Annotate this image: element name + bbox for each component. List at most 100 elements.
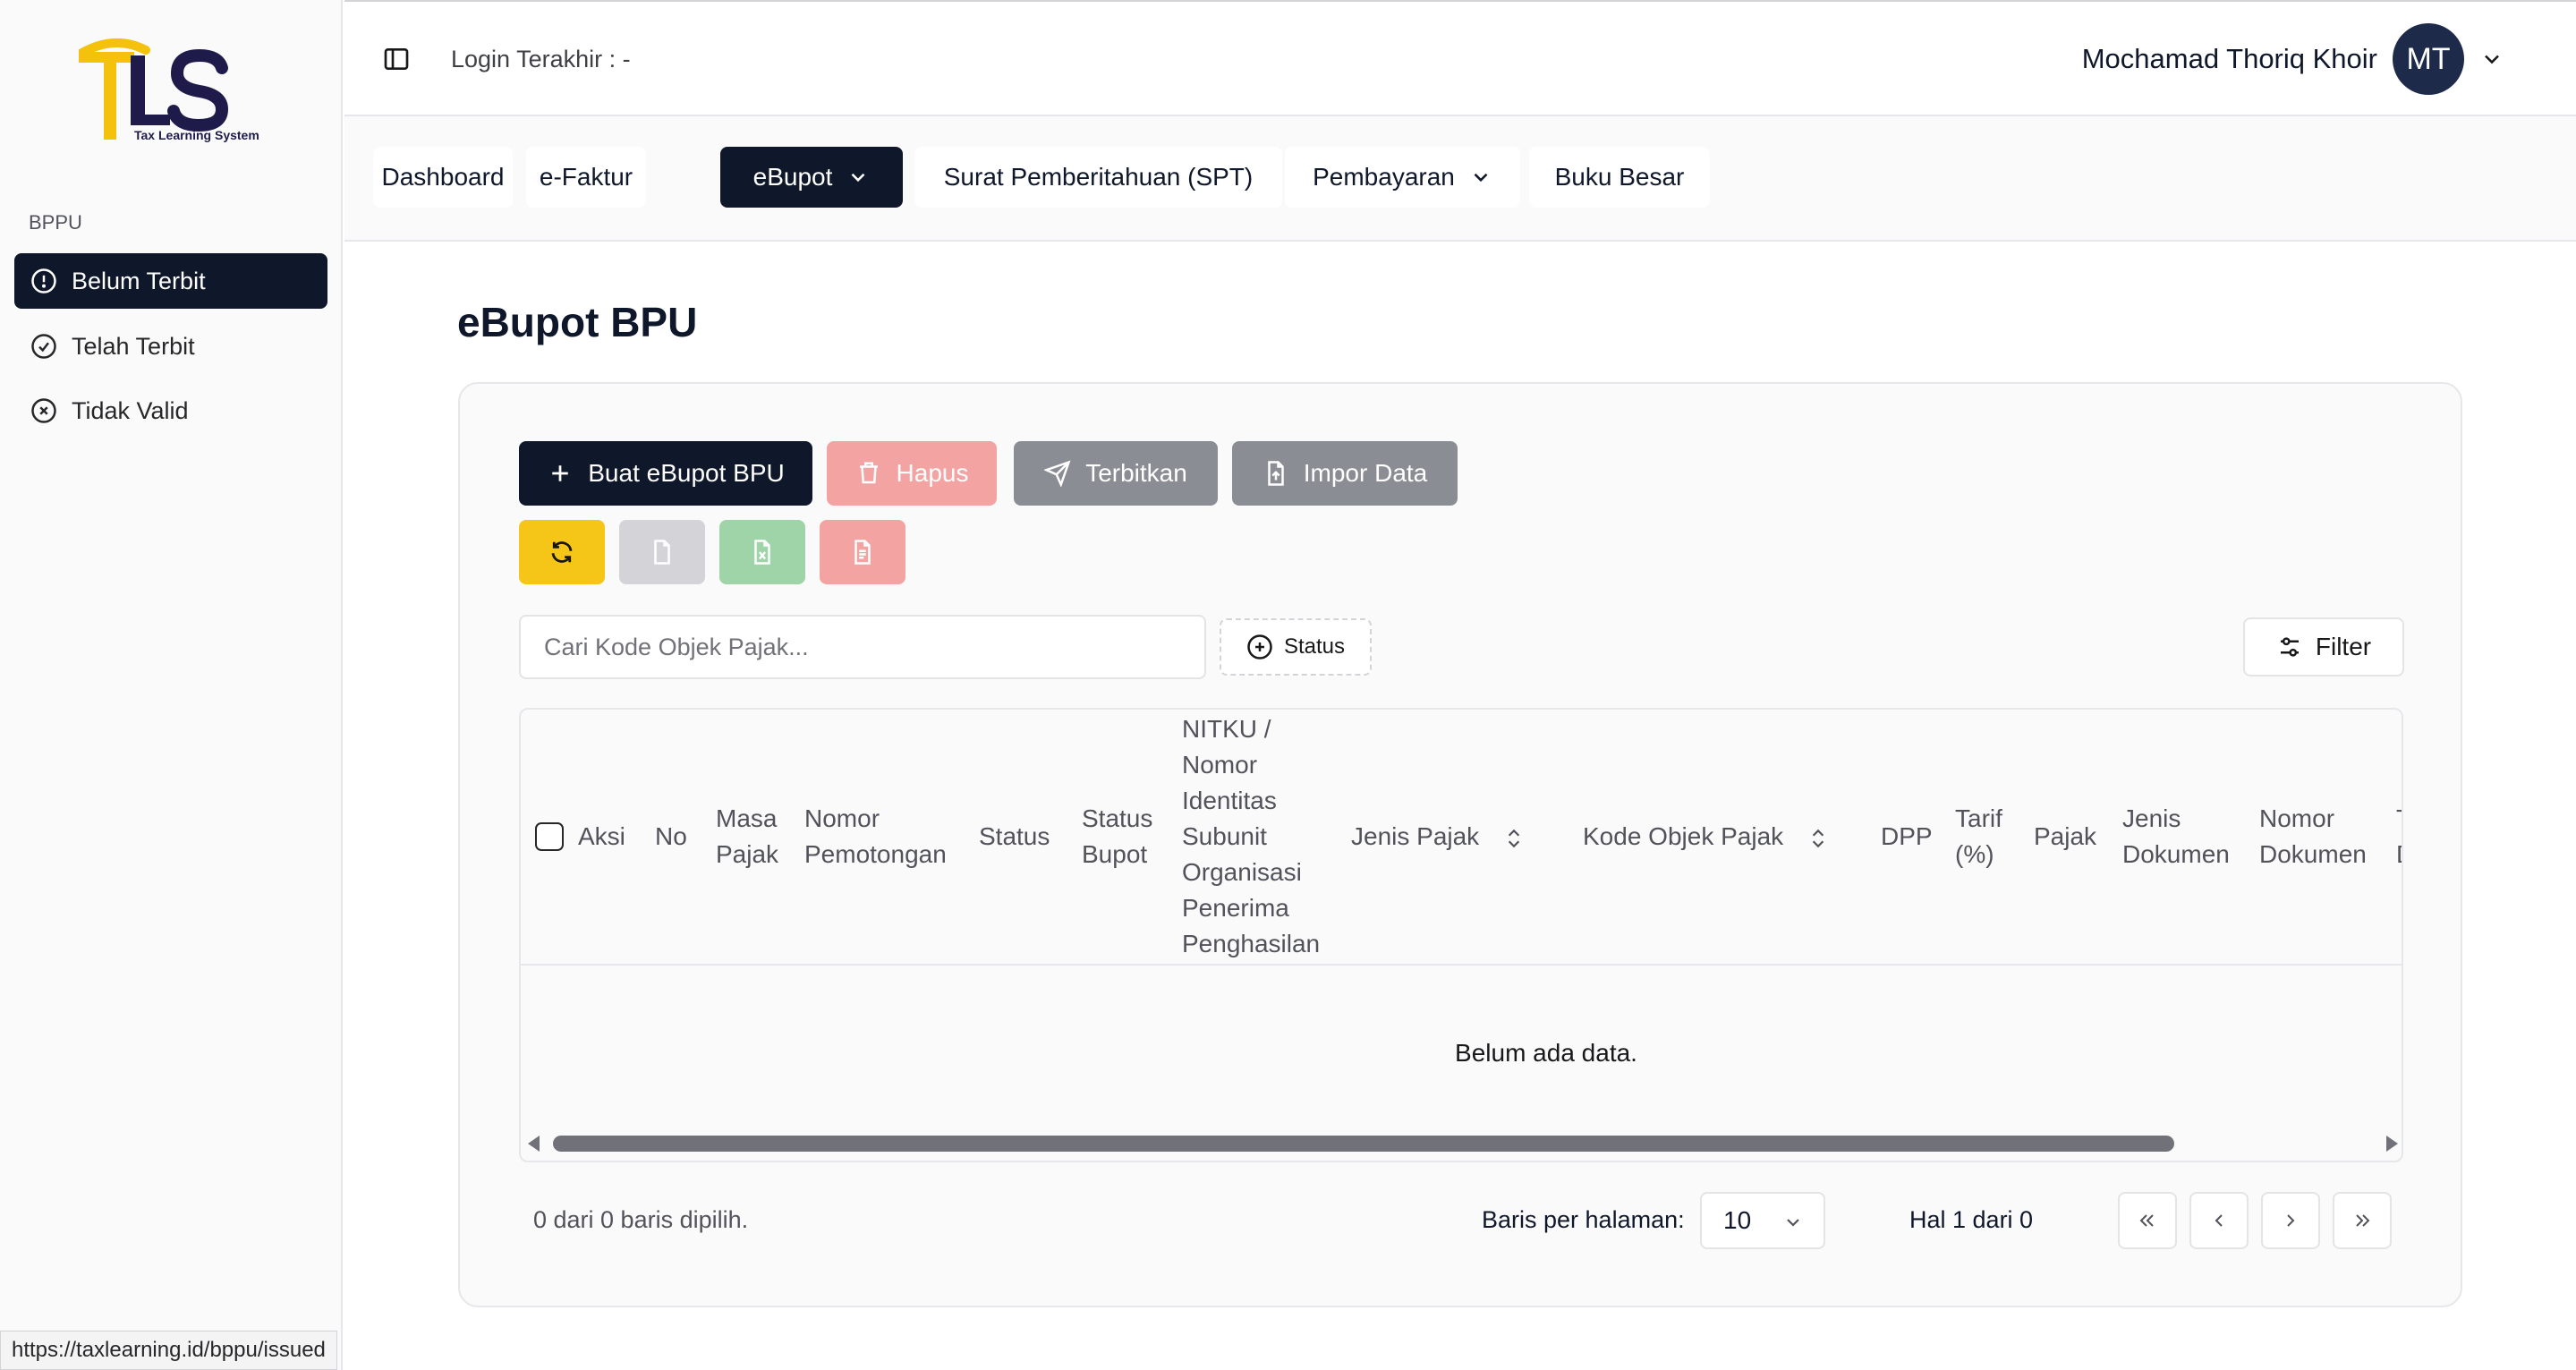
col-dpp: DPP [1881, 822, 1933, 850]
sidebar-item-telah-terbit[interactable]: Telah Terbit [14, 319, 327, 374]
button-label: Hapus [896, 459, 969, 487]
col-nomor-dokumen[interactable]: Nomor Dokumen [2259, 801, 2367, 872]
col-label-line: Penerima [1182, 894, 1289, 922]
col-label-line: Tarif [1955, 804, 2002, 832]
col-label-line: Pemotongan [804, 840, 947, 868]
rows-per-page-label: Baris per halaman: [1482, 1206, 1685, 1233]
avatar[interactable]: MT [2393, 23, 2464, 95]
publish-button[interactable]: Terbitkan [1014, 441, 1218, 506]
col-label: Jenis Pajak [1351, 822, 1480, 850]
trash-icon [859, 462, 878, 484]
x-circle-icon [31, 398, 56, 423]
col-jenis-dokumen[interactable]: Jenis Dokumen [2122, 801, 2230, 872]
table-header: Aksi No Masa Pajak Nomor Pemotongan Stat… [521, 710, 2402, 966]
col-label-line: Identitas [1182, 787, 1277, 814]
sidebar: Tax Learning System BPPU Belum Terbit Te… [0, 0, 343, 1370]
col-no: No [655, 822, 687, 850]
col-label-line: Pajak [716, 840, 779, 868]
tab-label: eBupot [752, 163, 833, 191]
horizontal-scrollbar[interactable] [521, 1127, 2402, 1161]
col-nitku[interactable]: NITKU / Nomor Identitas Subunit Organisa… [1182, 711, 1320, 962]
file-text-icon [854, 540, 871, 565]
delete-button[interactable]: Hapus [827, 441, 997, 506]
previous-page-button[interactable] [2189, 1192, 2249, 1249]
sidebar-item-belum-terbit[interactable]: Belum Terbit [14, 253, 327, 309]
col-label-line: NITKU / [1182, 715, 1271, 743]
col-tanggal-dokumen[interactable]: T D [2396, 801, 2402, 872]
file-icon [654, 540, 670, 565]
chevron-down-icon [851, 173, 865, 183]
select-all-checkbox[interactable] [535, 822, 564, 851]
col-nomor-pemotongan[interactable]: Nomor Pemotongan [804, 801, 947, 872]
sliders-icon [2280, 637, 2299, 657]
col-status-bupot[interactable]: Status Bupot [1082, 801, 1152, 872]
export-pdf-button[interactable] [619, 520, 705, 584]
rows-per-page-select[interactable]: 10 [1700, 1192, 1825, 1249]
scrollbar-thumb[interactable] [553, 1136, 2174, 1152]
button-label: Buat eBupot BPU [588, 459, 785, 487]
refresh-button[interactable] [519, 520, 605, 584]
plus-icon [552, 465, 568, 481]
col-label-line: Nomor [2259, 804, 2335, 832]
next-page-button[interactable] [2261, 1192, 2320, 1249]
sidebar-item-label: Tidak Valid [72, 396, 189, 424]
tab-e-faktur[interactable]: e-Faktur [526, 147, 646, 208]
file-upload-icon [1268, 461, 1284, 486]
import-data-button[interactable]: Impor Data [1232, 441, 1458, 506]
scroll-left-arrow-icon[interactable] [528, 1136, 540, 1152]
col-kode-objek-pajak[interactable]: Kode Objek Pajak [1583, 819, 1830, 855]
col-aksi: Aksi [578, 822, 625, 850]
sort-icon [1812, 829, 1824, 847]
search-input[interactable] [519, 615, 1206, 679]
tls-logo[interactable] [76, 36, 276, 143]
export-report-button[interactable] [820, 520, 905, 584]
tab-buku-besar[interactable]: Buku Besar [1529, 147, 1710, 208]
chevron-down-icon [1787, 1219, 1799, 1227]
top-header: Login Terakhir : - Mochamad Thoriq Khoir… [344, 0, 2576, 116]
main-nav: Dashboard e-Faktur eBupot Surat Pemberit… [344, 116, 2576, 242]
last-login-text: Login Terakhir : - [451, 46, 631, 72]
tab-label: Dashboard [381, 163, 505, 191]
col-tarif[interactable]: Tarif (%) [1955, 801, 2002, 872]
tab-label: e-Faktur [539, 163, 633, 191]
tab-dashboard[interactable]: Dashboard [373, 147, 513, 208]
col-masa-pajak[interactable]: Masa Pajak [716, 801, 778, 872]
send-icon [1044, 460, 1071, 487]
page-info: Hal 1 dari 0 [1909, 1206, 2034, 1233]
alert-circle-icon [31, 268, 56, 294]
col-label-line: Dokumen [2259, 840, 2367, 868]
tab-ebupot[interactable]: eBupot [720, 147, 903, 208]
page-title: eBupot BPU [457, 299, 698, 345]
first-page-button[interactable] [2118, 1192, 2177, 1249]
tab-label: Pembayaran [1313, 163, 1455, 191]
chevron-down-icon[interactable] [2479, 47, 2504, 72]
sidebar-item-label: Telah Terbit [72, 332, 195, 360]
col-label-line: Dokumen [2122, 840, 2230, 868]
last-page-button[interactable] [2333, 1192, 2392, 1249]
col-label-line: D [2396, 837, 2402, 872]
tab-pembayaran[interactable]: Pembayaran [1285, 147, 1520, 208]
user-name[interactable]: Mochamad Thoriq Khoir [2082, 43, 2377, 75]
chevron-left-icon [2215, 1214, 2223, 1227]
sidebar-toggle-icon[interactable] [382, 45, 411, 73]
sidebar-item-tidak-valid[interactable]: Tidak Valid [14, 383, 327, 438]
filter-button[interactable]: Filter [2243, 617, 2404, 676]
file-spreadsheet-icon [754, 540, 770, 565]
create-ebupot-button[interactable]: Buat eBupot BPU [519, 441, 812, 506]
button-label: Status [1283, 634, 1346, 659]
scroll-right-arrow-icon[interactable] [2386, 1136, 2398, 1152]
col-label-line: Status [1082, 804, 1153, 832]
tab-spt[interactable]: Surat Pemberitahuan (SPT) [914, 147, 1282, 208]
logo-tagline: Tax Learning System [134, 128, 259, 142]
col-jenis-pajak[interactable]: Jenis Pajak [1351, 819, 1526, 855]
col-label-line: T [2396, 801, 2402, 837]
col-status: Status [979, 822, 1050, 850]
status-filter-button[interactable]: Status [1220, 618, 1372, 676]
status-bar-url: https://taxlearning.id/bppu/issued [0, 1331, 337, 1370]
col-label-line: Penghasilan [1182, 930, 1321, 957]
chevrons-right-icon [2356, 1214, 2370, 1227]
button-label: Terbitkan [1085, 459, 1187, 487]
export-excel-button[interactable] [719, 520, 805, 584]
tab-label: Buku Besar [1554, 163, 1685, 191]
selected-rows-text: 0 dari 0 baris dipilih. [533, 1206, 749, 1233]
